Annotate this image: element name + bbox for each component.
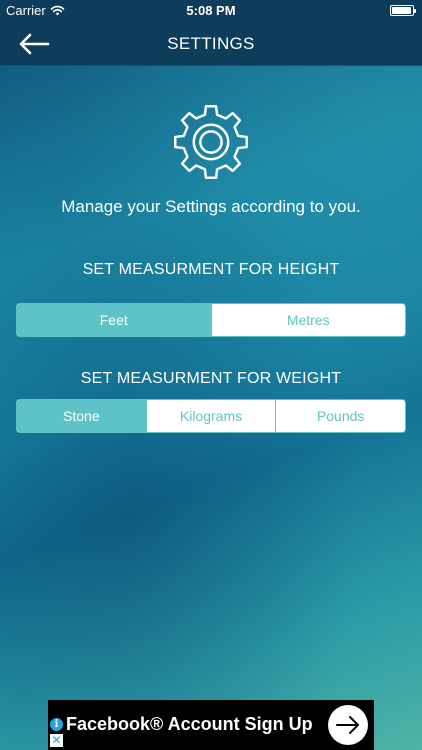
info-icon[interactable]: i [50, 718, 63, 731]
height-unit-selector: Feet Metres [16, 303, 406, 337]
status-time: 5:08 PM [186, 3, 236, 18]
ad-banner[interactable]: i ✕ Facebook® Account Sign Up [48, 700, 374, 750]
ad-arrow-button[interactable] [328, 705, 368, 745]
battery-icon [390, 5, 416, 16]
height-heading: SET MEASURMENT FOR HEIGHT [82, 261, 340, 278]
settings-tagline: Manage your Settings according to you. [61, 197, 361, 216]
close-icon[interactable]: ✕ [50, 734, 63, 747]
status-bar: Carrier 5:08 PM [0, 0, 422, 22]
weight-heading: SET MEASURMENT FOR WEIGHT [80, 370, 342, 387]
height-option-feet[interactable]: Feet [17, 304, 211, 336]
weight-option-kilograms[interactable]: Kilograms [145, 400, 276, 432]
gear-icon [174, 105, 248, 179]
weight-option-stone[interactable]: Stone [17, 400, 146, 432]
weight-unit-selector: Stone Kilograms Pounds [16, 399, 406, 433]
ad-text[interactable]: Facebook® Account Sign Up [66, 714, 313, 735]
height-option-metres[interactable]: Metres [210, 304, 405, 336]
page-title: SETTINGS [167, 34, 255, 53]
nav-bar: SETTINGS [0, 22, 422, 66]
arrow-right-icon [336, 716, 359, 734]
weight-option-pounds[interactable]: Pounds [275, 400, 405, 432]
